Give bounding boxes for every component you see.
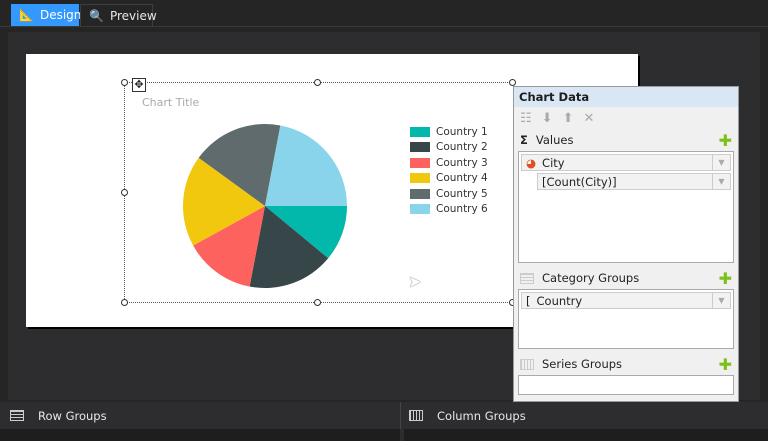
legend-swatch: [410, 142, 430, 153]
value-field-city[interactable]: ◕ City ▼: [521, 154, 731, 171]
table-icon: [520, 358, 534, 370]
dropdown-icon[interactable]: ▼: [712, 293, 730, 308]
dropdown-icon[interactable]: ▼: [712, 155, 730, 170]
category-well: [Country ▼: [518, 289, 734, 349]
row-groups-icon: [10, 410, 24, 421]
legend-swatch: [410, 204, 430, 215]
legend-item: Country 1: [410, 124, 488, 140]
row-groups-area: [0, 429, 400, 441]
value-expression[interactable]: [Count(City)] ▼: [537, 173, 731, 190]
legend-swatch: [410, 173, 430, 184]
values-well: ◕ City ▼ [Count(City)] ▼: [518, 151, 734, 263]
legend-item: Country 6: [410, 202, 488, 218]
values-label: Values: [535, 133, 574, 147]
category-groups-label: Category Groups: [542, 271, 640, 285]
chart-legend: Country 1 Country 2 Country 3 Country 4 Coun…: [410, 124, 488, 217]
row-groups-header: Row Groups: [0, 402, 400, 429]
dropdown-icon[interactable]: ▼: [712, 174, 730, 189]
legend-label: Country 5: [436, 187, 488, 200]
panel-title: Chart Data: [514, 87, 738, 107]
sigma-icon: Σ: [520, 133, 528, 147]
table-icon: [520, 272, 534, 284]
legend-label: Country 2: [436, 141, 488, 154]
delete-icon[interactable]: ✕: [583, 111, 594, 126]
legend-label: Country 6: [436, 203, 488, 216]
legend-swatch: [410, 126, 430, 137]
column-groups-header: Column Groups: [400, 402, 768, 429]
pie-chart-icon: ◕: [526, 155, 537, 170]
column-groups-area: [404, 429, 768, 441]
legend-label: Country 3: [436, 156, 488, 169]
chart-data-panel: Chart Data ☷ ⬇ ⬆ ✕ Σ Values ✚ ◕ City ▼ [Coun…: [513, 86, 739, 402]
mouse-cursor: ➤: [408, 272, 422, 291]
category-field-country[interactable]: [Country ▼: [521, 292, 731, 309]
legend-item: Country 3: [410, 155, 488, 171]
column-groups-icon: [409, 410, 423, 421]
legend-swatch: [410, 188, 430, 199]
add-series-icon[interactable]: ✚: [719, 355, 732, 374]
legend-item: Country 2: [410, 140, 488, 156]
add-value-icon[interactable]: ✚: [719, 131, 732, 150]
panel-toolbar: ☷ ⬇ ⬆ ✕: [514, 107, 738, 129]
series-groups-label: Series Groups: [542, 357, 623, 371]
group-bracket-icon: [: [526, 293, 531, 308]
move-up-icon[interactable]: ⬆: [563, 111, 574, 126]
legend-item: Country 4: [410, 171, 488, 187]
legend-swatch: [410, 157, 430, 168]
add-category-icon[interactable]: ✚: [719, 269, 732, 288]
series-well: [518, 375, 734, 395]
properties-icon[interactable]: ☷: [520, 111, 532, 126]
move-down-icon[interactable]: ⬇: [542, 111, 553, 126]
legend-item: Country 5: [410, 186, 488, 202]
legend-label: Country 4: [436, 172, 488, 185]
legend-label: Country 1: [436, 125, 488, 138]
grouping-pane: Row Groups Column Groups: [0, 402, 768, 441]
